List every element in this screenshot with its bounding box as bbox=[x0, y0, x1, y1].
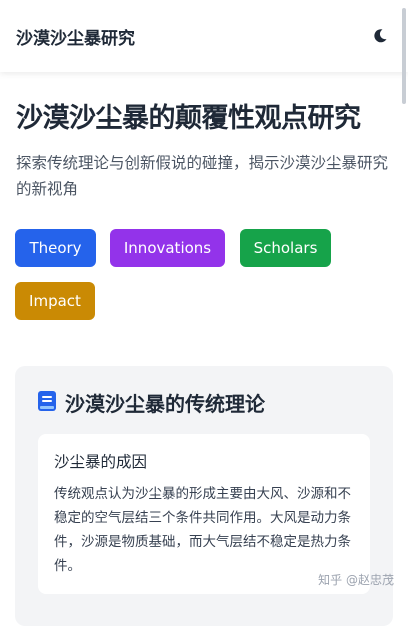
top-navbar: 沙漠沙尘暴研究 bbox=[0, 0, 408, 72]
card-title: 沙尘暴的成因 bbox=[54, 453, 148, 471]
section-title: 沙漠沙尘暴的传统理论 bbox=[65, 392, 265, 416]
page-subtitle: 探索传统理论与创新假说的碰撞，揭示沙漠沙尘暴研究的新视角 bbox=[16, 154, 389, 198]
tag-impact[interactable]: Impact bbox=[15, 282, 95, 320]
moon-icon[interactable] bbox=[368, 24, 392, 48]
page-title: 沙漠沙尘暴的颠覆性观点研究 bbox=[16, 103, 361, 134]
book-icon bbox=[37, 390, 57, 416]
tag-innovations[interactable]: Innovations bbox=[110, 229, 225, 267]
watermark: 知乎 @赵忠茂 bbox=[318, 573, 394, 587]
cause-card: 沙尘暴的成因 传统观点认为沙尘暴的形成主要由大风、沙源和不稳定的空气层结三个条件… bbox=[38, 434, 370, 594]
tag-theory[interactable]: Theory bbox=[15, 229, 96, 267]
site-title[interactable]: 沙漠沙尘暴研究 bbox=[16, 24, 135, 49]
tag-scholars[interactable]: Scholars bbox=[240, 229, 331, 267]
section-header: 沙漠沙尘暴的传统理论 bbox=[37, 388, 265, 417]
card-body: 传统观点认为沙尘暴的形成主要由大风、沙源和不稳定的空气层结三个条件共同作用。大风… bbox=[54, 486, 351, 574]
hero-section: 沙漠沙尘暴的颠覆性观点研究 探索传统理论与创新假说的碰撞，揭示沙漠沙尘暴研究的新… bbox=[16, 100, 392, 202]
scrollbar-thumb[interactable] bbox=[402, 8, 406, 104]
